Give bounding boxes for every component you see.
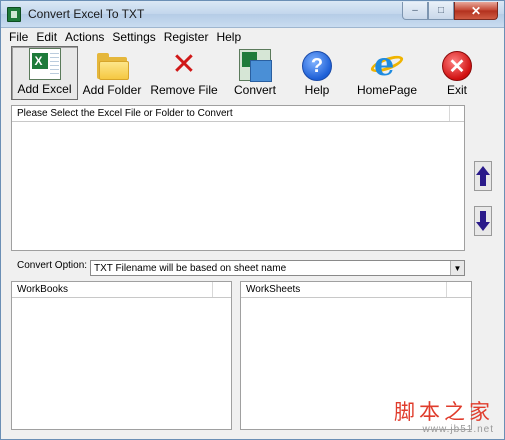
maximize-button[interactable]: □	[428, 2, 454, 20]
worksheets-header: WorkSheets	[241, 282, 471, 298]
convert-option-value: TXT Filename will be based on sheet name	[94, 263, 287, 274]
menu-help[interactable]: Help	[212, 28, 245, 45]
add-folder-label: Add Folder	[82, 83, 142, 97]
file-list-header: Please Select the Excel File or Folder t…	[12, 106, 464, 122]
homepage-label: HomePage	[356, 83, 418, 97]
arrow-down-icon	[476, 222, 490, 231]
window-title: Convert Excel To TXT	[28, 7, 145, 21]
remove-file-button[interactable]: ✕ Remove File	[146, 46, 222, 100]
homepage-button[interactable]: e HomePage	[346, 46, 428, 100]
add-excel-label: Add Excel	[17, 82, 72, 96]
menu-register[interactable]: Register	[160, 28, 213, 45]
watermark: 脚本之家 www.jb51.net	[394, 400, 494, 435]
add-excel-button[interactable]: Add Excel	[11, 46, 78, 100]
app-icon	[7, 7, 21, 22]
internet-explorer-icon: e	[368, 47, 406, 81]
window-controls: – □ ✕	[402, 2, 498, 20]
add-folder-button[interactable]: Add Folder	[78, 46, 146, 100]
excel-convert-icon	[239, 49, 272, 82]
menu-edit[interactable]: Edit	[32, 28, 61, 45]
worksheets-column-header[interactable]: WorkSheets	[241, 282, 447, 297]
file-list-column-header[interactable]: Please Select the Excel File or Folder t…	[12, 106, 450, 121]
minimize-icon: –	[412, 5, 418, 16]
convert-button[interactable]: Convert	[222, 46, 288, 100]
close-button[interactable]: ✕	[454, 2, 498, 20]
app-window: Convert Excel To TXT – □ ✕ File Edit Act…	[0, 0, 505, 440]
toolbar: Add Excel Add Folder ✕ Remove File Conve…	[11, 46, 486, 100]
convert-label: Convert	[233, 83, 277, 97]
close-icon: ✕	[470, 3, 482, 18]
watermark-url: www.jb51.net	[422, 424, 494, 435]
move-up-button[interactable]	[474, 161, 492, 191]
convert-option-select[interactable]: TXT Filename will be based on sheet name…	[90, 260, 465, 276]
watermark-chinese: 脚本之家	[394, 400, 494, 424]
folder-icon	[95, 53, 129, 81]
dropdown-arrow-icon[interactable]: ▼	[450, 261, 464, 275]
menu-file[interactable]: File	[5, 28, 32, 45]
help-button[interactable]: ? Help	[288, 46, 346, 100]
red-x-icon: ✕	[171, 47, 197, 82]
convert-option-label: Convert Option:	[17, 260, 88, 271]
move-down-button[interactable]	[474, 206, 492, 236]
exit-button[interactable]: ✕ Exit	[428, 46, 486, 100]
file-list[interactable]: Please Select the Excel File or Folder t…	[11, 105, 465, 251]
maximize-icon: □	[437, 5, 445, 16]
menu-settings[interactable]: Settings	[108, 28, 159, 45]
title-bar[interactable]: Convert Excel To TXT – □ ✕	[1, 1, 504, 28]
workbooks-list[interactable]: WorkBooks	[11, 281, 232, 430]
remove-file-label: Remove File	[150, 83, 218, 97]
workbooks-header: WorkBooks	[12, 282, 231, 298]
exit-x-icon: ✕	[442, 51, 472, 81]
menu-actions[interactable]: Actions	[61, 28, 108, 45]
help-question-icon: ?	[302, 51, 332, 81]
excel-file-icon	[28, 48, 61, 80]
workbooks-column-header[interactable]: WorkBooks	[12, 282, 213, 297]
minimize-button[interactable]: –	[402, 2, 428, 20]
help-label: Help	[304, 83, 330, 97]
exit-label: Exit	[446, 83, 467, 97]
menu-bar: File Edit Actions Settings Register Help	[2, 28, 504, 45]
